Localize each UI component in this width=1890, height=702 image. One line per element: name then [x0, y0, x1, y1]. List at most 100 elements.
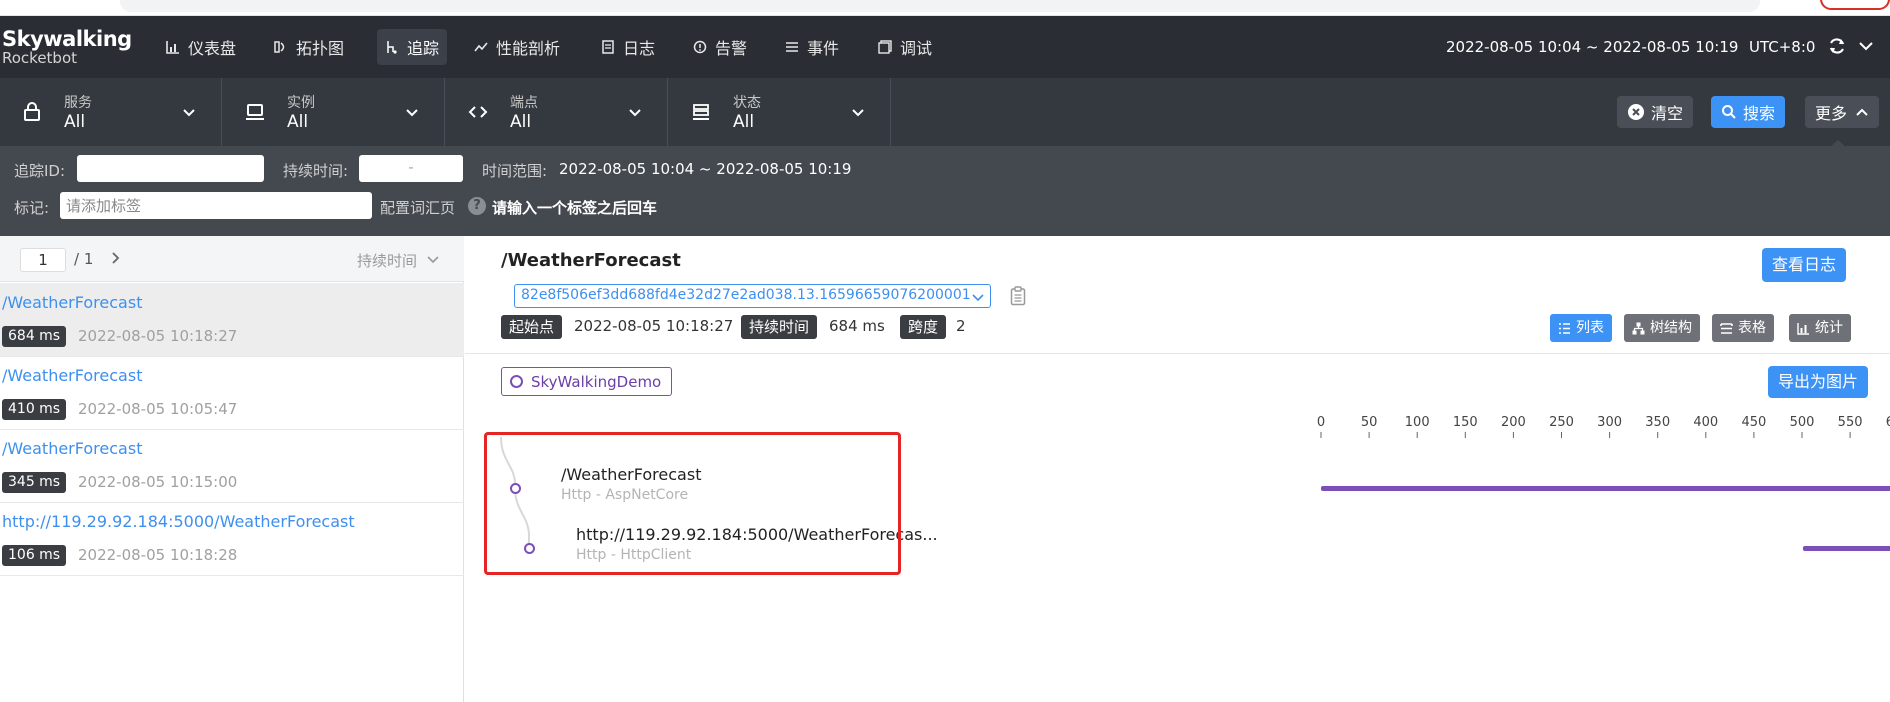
timeline-tick-label: 600	[1886, 415, 1890, 430]
trace-start-time: 2022-08-05 10:15:00	[78, 473, 238, 491]
filter-status[interactable]: 状态 All	[669, 78, 891, 146]
search-button[interactable]: 搜索	[1711, 96, 1786, 128]
chevron-up-icon	[1856, 108, 1868, 116]
trace-icon	[385, 40, 399, 54]
more-button[interactable]: 更多	[1805, 96, 1880, 128]
timeline-tick-label: 450	[1741, 415, 1766, 430]
timeline-tick-label: 300	[1597, 415, 1622, 430]
brand-subtitle: Rocketbot	[2, 49, 78, 67]
timeline-tick-label: 100	[1405, 415, 1430, 430]
chart-icon	[166, 40, 180, 54]
logo: Skywalking Rocketbot	[2, 28, 132, 66]
timeline-tick-label: 500	[1790, 415, 1815, 430]
profile-icon	[474, 40, 488, 54]
nav-label: 告警	[715, 39, 748, 58]
help-icon[interactable]: ?	[468, 197, 486, 215]
timeline-tick-label: 350	[1645, 415, 1670, 430]
laptop-icon	[246, 104, 264, 120]
trace-list-item[interactable]: /WeatherForecast 684 ms 2022-08-05 10:18…	[0, 283, 464, 357]
timeline-tick-label: 200	[1501, 415, 1526, 430]
trace-id-label: 追踪ID:	[14, 162, 66, 180]
lock-icon	[24, 102, 40, 121]
nav-item-trace[interactable]: 追踪	[377, 29, 448, 65]
nav-label: 事件	[807, 39, 840, 58]
timeline-tick-label: 150	[1453, 415, 1478, 430]
filter-instance[interactable]: 实例 All	[223, 78, 445, 146]
log-icon	[601, 40, 615, 54]
trace-endpoint: /WeatherForecast	[2, 293, 143, 312]
filter-label: 端点	[510, 95, 538, 111]
duration-range-input[interactable]: -	[359, 155, 463, 182]
browser-profile-button[interactable]	[1820, 0, 1890, 10]
browser-chrome	[0, 0, 1890, 16]
timeline-tick-label: 250	[1549, 415, 1574, 430]
timeline-tick-label: 400	[1693, 415, 1718, 430]
filter-bar: 服务 All 实例 All 端点 All 状态 All 清空 搜索 更多	[0, 78, 1890, 146]
nav-label: 性能剖析	[496, 39, 561, 58]
trace-list-item[interactable]: /WeatherForecast 345 ms 2022-08-05 10:15…	[0, 429, 464, 503]
address-bar[interactable]	[120, 0, 1760, 12]
top-navigation: Skywalking Rocketbot 仪表盘 拓扑图 追踪 性能剖析 日志 …	[0, 16, 1890, 78]
nav-label: 调试	[900, 39, 933, 58]
nav-item-topology[interactable]: 拓扑图	[266, 29, 352, 65]
trace-list-item[interactable]: /WeatherForecast 410 ms 2022-08-05 10:05…	[0, 356, 464, 430]
nav-item-event[interactable]: 事件	[777, 29, 847, 65]
nav-item-alarm[interactable]: 告警	[685, 29, 755, 65]
trace-endpoint: http://119.29.92.184:5000/WeatherForecas…	[2, 512, 355, 531]
trace-list-item[interactable]: http://119.29.92.184:5000/WeatherForecas…	[0, 502, 464, 576]
filter-endpoint[interactable]: 端点 All	[446, 78, 668, 146]
trace-endpoint: /WeatherForecast	[2, 366, 143, 385]
span-duration-bar[interactable]	[1321, 486, 1890, 491]
nav-item-debug[interactable]: 调试	[870, 29, 940, 65]
event-icon	[785, 40, 799, 54]
filter-label: 实例	[287, 95, 315, 111]
nav-label: 追踪	[407, 39, 440, 58]
filter-value: All	[510, 112, 532, 132]
timezone-display[interactable]: UTC+8:0	[1749, 38, 1815, 56]
clear-button[interactable]: 清空	[1617, 96, 1694, 128]
alarm-icon	[693, 40, 707, 54]
chevron-right-icon[interactable]	[110, 251, 122, 265]
page-total: / 1	[74, 250, 94, 268]
nav-item-dashboard[interactable]: 仪表盘	[158, 29, 244, 65]
filter-label: 状态	[733, 95, 761, 111]
chevron-down-icon[interactable]	[427, 253, 439, 265]
chevron-down-icon	[629, 109, 641, 117]
tags-hint: 请输入一个标签之后回车	[492, 199, 658, 217]
page-number-input[interactable]: 1	[20, 248, 66, 272]
filter-value: All	[64, 112, 86, 132]
refresh-icon[interactable]	[1827, 36, 1847, 56]
pager: 1 / 1 持续时间	[0, 236, 464, 282]
filter-service[interactable]: 服务 All	[0, 78, 222, 146]
more-label: 更多	[1815, 104, 1848, 123]
timeline-tick-label: 0	[1317, 415, 1325, 430]
nav-item-log[interactable]: 日志	[593, 29, 663, 65]
brand-name: Skywalking	[2, 27, 132, 51]
trace-start-time: 2022-08-05 10:05:47	[78, 400, 238, 418]
search-label: 搜索	[1743, 104, 1776, 123]
trace-endpoint: /WeatherForecast	[2, 439, 143, 458]
trace-id-input[interactable]	[77, 155, 264, 182]
nav-label: 日志	[623, 39, 656, 58]
timeline-tick-label: 550	[1838, 415, 1863, 430]
chevron-down-icon	[406, 109, 418, 117]
clear-label: 清空	[1651, 104, 1684, 123]
filter-label: 服务	[64, 95, 92, 111]
time-range-display[interactable]: 2022-08-05 10:04 ~ 2022-08-05 10:19	[1446, 38, 1738, 56]
span-duration-bar[interactable]	[1802, 546, 1890, 551]
filter-value: All	[287, 112, 309, 132]
sort-select[interactable]: 持续时间	[357, 250, 417, 271]
trace-duration-badge: 106 ms	[2, 545, 67, 566]
time-range-value: 2022-08-05 10:04 ~ 2022-08-05 10:19	[559, 160, 852, 178]
chevron-down-icon	[852, 109, 864, 117]
config-vocabulary-link[interactable]: 配置词汇页	[380, 197, 455, 218]
nav-item-profile[interactable]: 性能剖析	[466, 29, 568, 65]
duration-label: 持续时间:	[283, 162, 349, 180]
tags-input[interactable]: 请添加标签	[60, 192, 372, 219]
highlight-annotation	[484, 432, 901, 575]
trace-duration-badge: 410 ms	[2, 399, 67, 420]
chevron-down-icon[interactable]	[1858, 38, 1874, 54]
timeline-axis: 050100150200250300350400450500550600650	[1317, 415, 1890, 438]
time-range-label: 时间范围:	[482, 162, 548, 180]
span-bars	[1321, 486, 1890, 551]
